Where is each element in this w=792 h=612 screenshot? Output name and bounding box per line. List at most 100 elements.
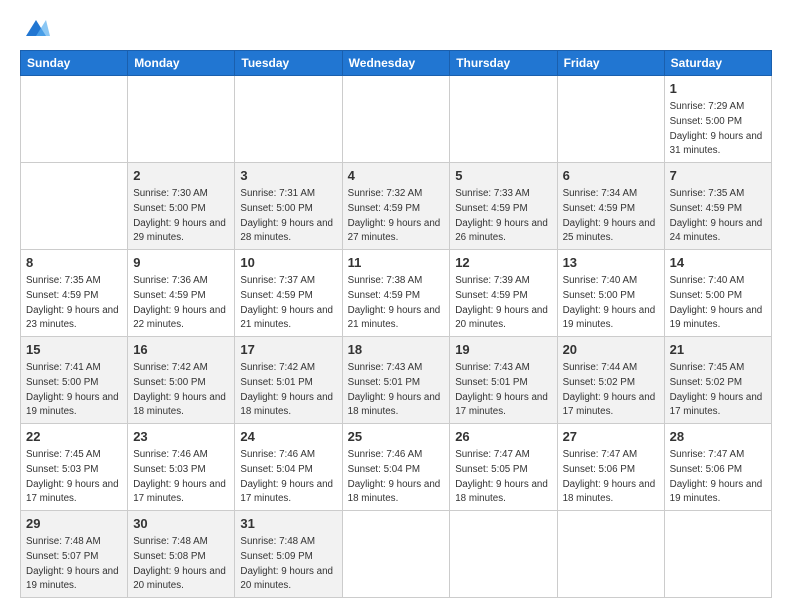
day-number: 25 (348, 428, 445, 446)
calendar-cell (557, 511, 664, 598)
calendar-cell: 11 Sunrise: 7:38 AMSunset: 4:59 PMDaylig… (342, 250, 450, 337)
calendar-cell: 25 Sunrise: 7:46 AMSunset: 5:04 PMDaylig… (342, 424, 450, 511)
calendar-day-header: Saturday (664, 51, 771, 76)
calendar-day-header: Monday (128, 51, 235, 76)
day-number: 26 (455, 428, 551, 446)
calendar-cell: 9 Sunrise: 7:36 AMSunset: 4:59 PMDayligh… (128, 250, 235, 337)
calendar-day-header: Sunday (21, 51, 128, 76)
calendar-cell: 15 Sunrise: 7:41 AMSunset: 5:00 PMDaylig… (21, 337, 128, 424)
day-info: Sunrise: 7:32 AMSunset: 4:59 PMDaylight:… (348, 188, 441, 243)
day-info: Sunrise: 7:35 AMSunset: 4:59 PMDaylight:… (670, 188, 763, 243)
day-info: Sunrise: 7:34 AMSunset: 4:59 PMDaylight:… (563, 188, 656, 243)
calendar-cell: 20 Sunrise: 7:44 AMSunset: 5:02 PMDaylig… (557, 337, 664, 424)
day-number: 16 (133, 341, 229, 359)
day-number: 12 (455, 254, 551, 272)
calendar-cell: 22 Sunrise: 7:45 AMSunset: 5:03 PMDaylig… (21, 424, 128, 511)
day-number: 19 (455, 341, 551, 359)
day-number: 31 (240, 515, 336, 533)
day-info: Sunrise: 7:37 AMSunset: 4:59 PMDaylight:… (240, 275, 333, 330)
day-number: 1 (670, 80, 766, 98)
calendar-cell: 13 Sunrise: 7:40 AMSunset: 5:00 PMDaylig… (557, 250, 664, 337)
calendar-cell: 17 Sunrise: 7:42 AMSunset: 5:01 PMDaylig… (235, 337, 342, 424)
day-info: Sunrise: 7:29 AMSunset: 5:00 PMDaylight:… (670, 101, 763, 156)
day-number: 21 (670, 341, 766, 359)
day-info: Sunrise: 7:46 AMSunset: 5:03 PMDaylight:… (133, 449, 226, 504)
day-number: 18 (348, 341, 445, 359)
calendar-day-header: Wednesday (342, 51, 450, 76)
calendar-cell: 16 Sunrise: 7:42 AMSunset: 5:00 PMDaylig… (128, 337, 235, 424)
day-info: Sunrise: 7:45 AMSunset: 5:03 PMDaylight:… (26, 449, 119, 504)
calendar-cell: 24 Sunrise: 7:46 AMSunset: 5:04 PMDaylig… (235, 424, 342, 511)
calendar-day-header: Tuesday (235, 51, 342, 76)
calendar-cell: 30 Sunrise: 7:48 AMSunset: 5:08 PMDaylig… (128, 511, 235, 598)
day-number: 11 (348, 254, 445, 272)
day-info: Sunrise: 7:45 AMSunset: 5:02 PMDaylight:… (670, 362, 763, 417)
day-number: 5 (455, 167, 551, 185)
day-number: 14 (670, 254, 766, 272)
day-number: 10 (240, 254, 336, 272)
calendar-cell (664, 511, 771, 598)
header (20, 18, 772, 40)
calendar-cell (557, 76, 664, 163)
day-number: 24 (240, 428, 336, 446)
day-number: 3 (240, 167, 336, 185)
calendar-cell: 21 Sunrise: 7:45 AMSunset: 5:02 PMDaylig… (664, 337, 771, 424)
day-info: Sunrise: 7:41 AMSunset: 5:00 PMDaylight:… (26, 362, 119, 417)
calendar-cell (21, 163, 128, 250)
day-info: Sunrise: 7:47 AMSunset: 5:06 PMDaylight:… (670, 449, 763, 504)
calendar-body: 1 Sunrise: 7:29 AMSunset: 5:00 PMDayligh… (21, 76, 772, 598)
day-number: 30 (133, 515, 229, 533)
day-info: Sunrise: 7:47 AMSunset: 5:05 PMDaylight:… (455, 449, 548, 504)
day-number: 13 (563, 254, 659, 272)
calendar-cell: 4 Sunrise: 7:32 AMSunset: 4:59 PMDayligh… (342, 163, 450, 250)
day-info: Sunrise: 7:46 AMSunset: 5:04 PMDaylight:… (348, 449, 441, 504)
calendar-cell: 1 Sunrise: 7:29 AMSunset: 5:00 PMDayligh… (664, 76, 771, 163)
day-info: Sunrise: 7:46 AMSunset: 5:04 PMDaylight:… (240, 449, 333, 504)
day-number: 22 (26, 428, 122, 446)
calendar-table: SundayMondayTuesdayWednesdayThursdayFrid… (20, 50, 772, 598)
day-info: Sunrise: 7:42 AMSunset: 5:01 PMDaylight:… (240, 362, 333, 417)
day-info: Sunrise: 7:48 AMSunset: 5:08 PMDaylight:… (133, 536, 226, 591)
calendar-day-header: Thursday (450, 51, 557, 76)
day-info: Sunrise: 7:48 AMSunset: 5:09 PMDaylight:… (240, 536, 333, 591)
calendar-cell: 29 Sunrise: 7:48 AMSunset: 5:07 PMDaylig… (21, 511, 128, 598)
calendar-cell: 2 Sunrise: 7:30 AMSunset: 5:00 PMDayligh… (128, 163, 235, 250)
calendar-cell: 12 Sunrise: 7:39 AMSunset: 4:59 PMDaylig… (450, 250, 557, 337)
calendar-cell: 14 Sunrise: 7:40 AMSunset: 5:00 PMDaylig… (664, 250, 771, 337)
day-number: 7 (670, 167, 766, 185)
calendar-cell (342, 76, 450, 163)
day-number: 17 (240, 341, 336, 359)
day-info: Sunrise: 7:36 AMSunset: 4:59 PMDaylight:… (133, 275, 226, 330)
day-info: Sunrise: 7:44 AMSunset: 5:02 PMDaylight:… (563, 362, 656, 417)
calendar-cell (21, 76, 128, 163)
day-number: 6 (563, 167, 659, 185)
day-info: Sunrise: 7:40 AMSunset: 5:00 PMDaylight:… (670, 275, 763, 330)
logo (20, 18, 50, 40)
calendar-header-row: SundayMondayTuesdayWednesdayThursdayFrid… (21, 51, 772, 76)
calendar-cell (450, 76, 557, 163)
day-number: 29 (26, 515, 122, 533)
calendar-cell: 10 Sunrise: 7:37 AMSunset: 4:59 PMDaylig… (235, 250, 342, 337)
day-number: 28 (670, 428, 766, 446)
day-info: Sunrise: 7:33 AMSunset: 4:59 PMDaylight:… (455, 188, 548, 243)
calendar-cell: 28 Sunrise: 7:47 AMSunset: 5:06 PMDaylig… (664, 424, 771, 511)
calendar-cell: 26 Sunrise: 7:47 AMSunset: 5:05 PMDaylig… (450, 424, 557, 511)
calendar-cell (342, 511, 450, 598)
calendar-cell: 8 Sunrise: 7:35 AMSunset: 4:59 PMDayligh… (21, 250, 128, 337)
day-info: Sunrise: 7:38 AMSunset: 4:59 PMDaylight:… (348, 275, 441, 330)
day-info: Sunrise: 7:39 AMSunset: 4:59 PMDaylight:… (455, 275, 548, 330)
calendar-cell: 31 Sunrise: 7:48 AMSunset: 5:09 PMDaylig… (235, 511, 342, 598)
day-number: 2 (133, 167, 229, 185)
day-number: 20 (563, 341, 659, 359)
day-info: Sunrise: 7:43 AMSunset: 5:01 PMDaylight:… (348, 362, 441, 417)
day-number: 9 (133, 254, 229, 272)
calendar-cell (235, 76, 342, 163)
logo-icon (22, 18, 50, 40)
day-number: 15 (26, 341, 122, 359)
day-number: 8 (26, 254, 122, 272)
day-number: 4 (348, 167, 445, 185)
calendar-cell: 23 Sunrise: 7:46 AMSunset: 5:03 PMDaylig… (128, 424, 235, 511)
day-info: Sunrise: 7:30 AMSunset: 5:00 PMDaylight:… (133, 188, 226, 243)
calendar-cell: 5 Sunrise: 7:33 AMSunset: 4:59 PMDayligh… (450, 163, 557, 250)
page: SundayMondayTuesdayWednesdayThursdayFrid… (0, 0, 792, 612)
